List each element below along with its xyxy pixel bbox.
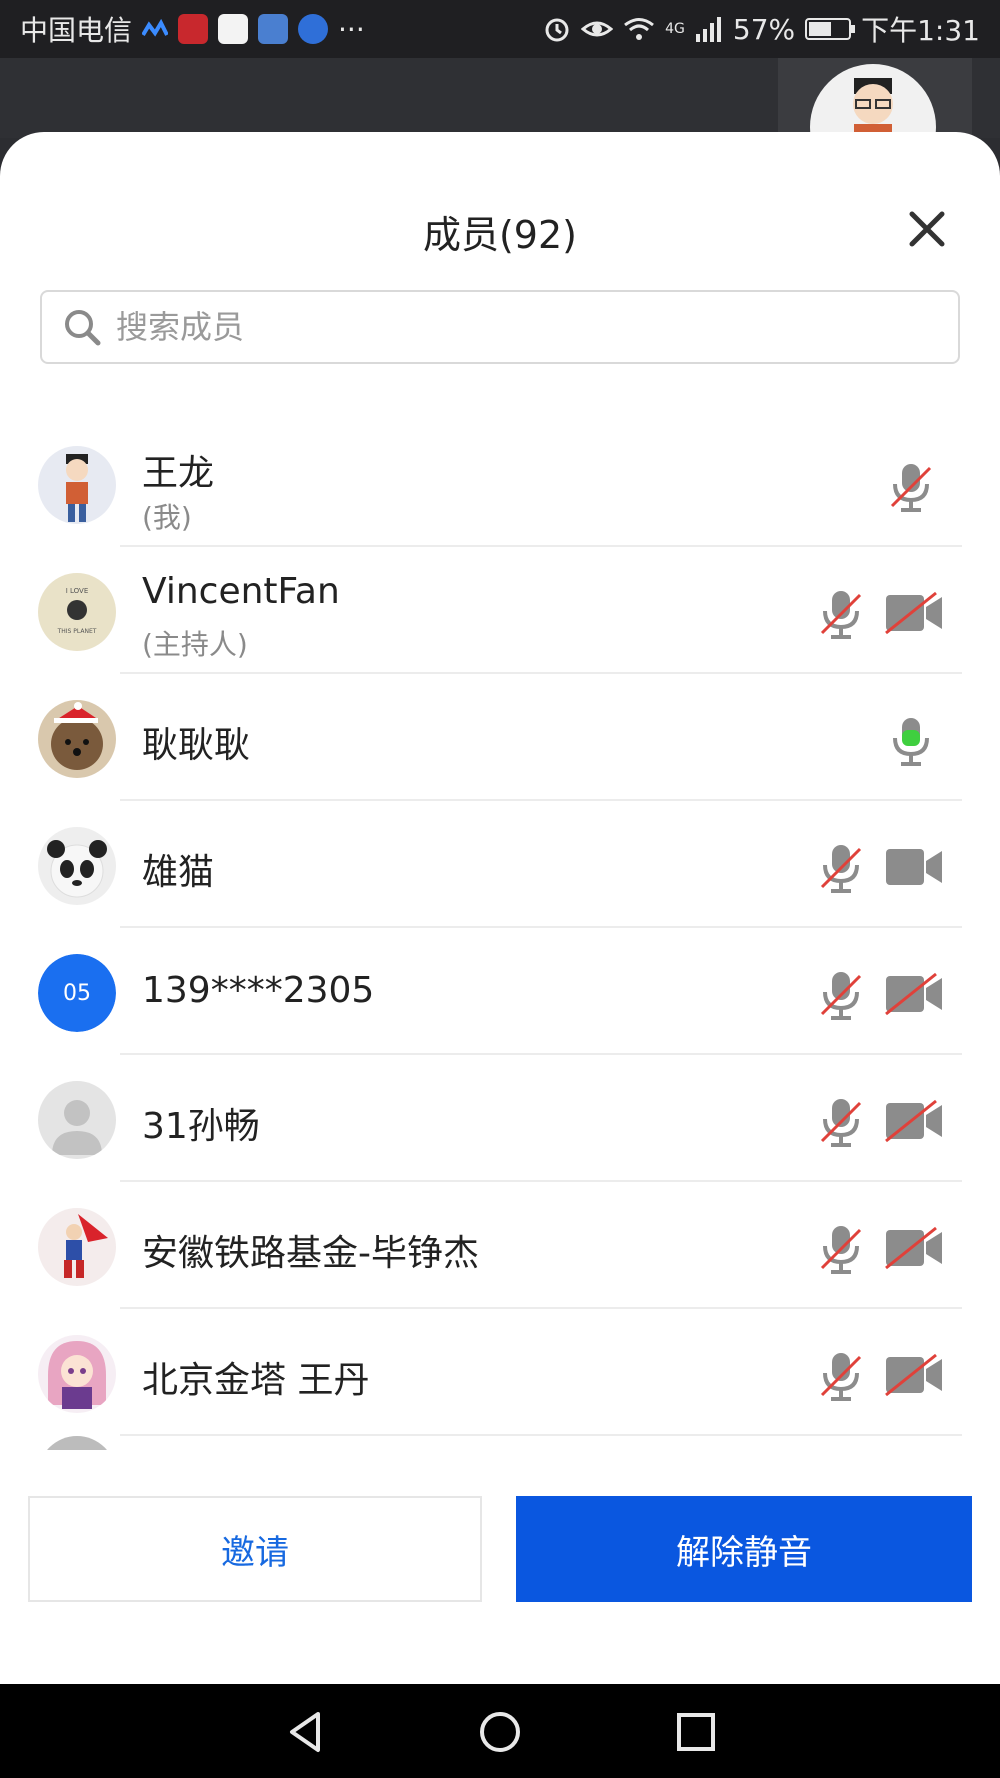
list-item[interactable]: 31孙畅 (0, 1055, 1000, 1182)
svg-text:THIS PLANET: THIS PLANET (57, 628, 97, 635)
mic-muted-icon[interactable] (886, 460, 936, 514)
avatar (38, 827, 116, 905)
mic-speaking-icon[interactable] (886, 714, 936, 768)
camera-off-icon[interactable] (884, 972, 944, 1016)
battery-icon (805, 18, 856, 40)
recents-icon[interactable] (670, 1706, 722, 1758)
signal-app-icon (142, 19, 169, 37)
search-input[interactable] (114, 307, 918, 347)
list-item[interactable]: 雄猫 (0, 801, 1000, 928)
member-name: 安徽铁路基金-毕铮杰 (142, 1233, 479, 1274)
camera-off-icon[interactable] (884, 1226, 944, 1270)
close-icon[interactable] (902, 204, 952, 254)
camera-off-icon[interactable] (884, 1353, 944, 1397)
back-icon[interactable] (280, 1706, 332, 1758)
mic-muted-icon[interactable] (816, 968, 866, 1022)
list-item[interactable]: 王龙 (我) (0, 420, 1000, 547)
camera-off-icon[interactable] (884, 1099, 944, 1143)
member-name: 雄猫 (142, 852, 215, 893)
battery-percent: 57% (732, 12, 796, 46)
svg-text:I LOVE: I LOVE (66, 587, 89, 595)
status-bar: 中国电信 ··· 4G 57% 下午1:31 (0, 0, 1000, 58)
mic-app-icon (178, 14, 209, 44)
unmute-all-button[interactable]: 解除静音 (516, 1496, 972, 1602)
invite-button[interactable]: 邀请 (28, 1496, 482, 1602)
avatar (38, 446, 116, 524)
avatar (38, 1436, 116, 1450)
avatar (38, 1335, 116, 1413)
camera-off-icon[interactable] (884, 591, 944, 635)
mic-muted-icon[interactable] (816, 587, 866, 641)
member-name: 31孙畅 (142, 1106, 260, 1147)
eye-icon (581, 21, 614, 37)
mic-muted-icon[interactable] (816, 1222, 866, 1276)
list-item[interactable]: 安徽铁路基金-毕铮杰 (0, 1182, 1000, 1309)
member-list: 王龙 (我) I LOVE THIS PLANET VincentFan (主持… (0, 420, 1000, 1450)
list-item[interactable]: 北京金塔 王丹 (0, 1309, 1000, 1436)
carrier-label: 中国电信 (20, 14, 133, 47)
avatar (38, 700, 116, 778)
wifi-icon (624, 18, 655, 40)
stock-app-icon (218, 14, 249, 44)
avatar (38, 1081, 116, 1159)
mic-muted-icon[interactable] (816, 1095, 866, 1149)
avatar (38, 1208, 116, 1286)
navigation-bar (0, 1684, 1000, 1778)
study-app-icon (298, 14, 329, 44)
cell-signal-icon (695, 17, 721, 42)
mic-muted-icon[interactable] (816, 1349, 866, 1403)
video-thumbnail[interactable] (778, 58, 972, 138)
list-item[interactable]: 05 139****2305 (0, 928, 1000, 1055)
avatar: 05 (38, 954, 116, 1032)
avatar: I LOVE THIS PLANET (38, 573, 116, 651)
chart-app-icon (258, 14, 289, 44)
avatar (810, 64, 936, 138)
clock: 下午1:31 (861, 14, 980, 47)
mic-muted-icon[interactable] (816, 841, 866, 895)
member-role: (我) (142, 501, 192, 534)
more-notifications-icon: ··· (338, 12, 365, 46)
panel-title: 成员(92) (422, 213, 577, 257)
members-panel: 成员(92) 王龙 (我) (0, 132, 1000, 1684)
list-item[interactable]: 耿耿耿 (0, 674, 1000, 801)
avatar-initials: 05 (38, 954, 116, 1032)
member-name: 王龙 (142, 453, 215, 494)
member-name: 北京金塔 王丹 (142, 1360, 370, 1401)
search-box[interactable] (40, 290, 960, 364)
alarm-icon (545, 18, 569, 42)
search-icon (65, 310, 101, 346)
list-item[interactable]: I LOVE THIS PLANET VincentFan (主持人) (0, 547, 1000, 674)
home-icon[interactable] (474, 1706, 526, 1758)
member-name: 139****2305 (142, 970, 375, 1011)
divider (120, 1434, 962, 1436)
network-type-label: 4G (665, 21, 685, 37)
member-name: 耿耿耿 (142, 725, 251, 766)
member-name: VincentFan (142, 571, 340, 612)
member-role: (主持人) (142, 628, 248, 661)
camera-on-icon[interactable] (884, 845, 944, 889)
